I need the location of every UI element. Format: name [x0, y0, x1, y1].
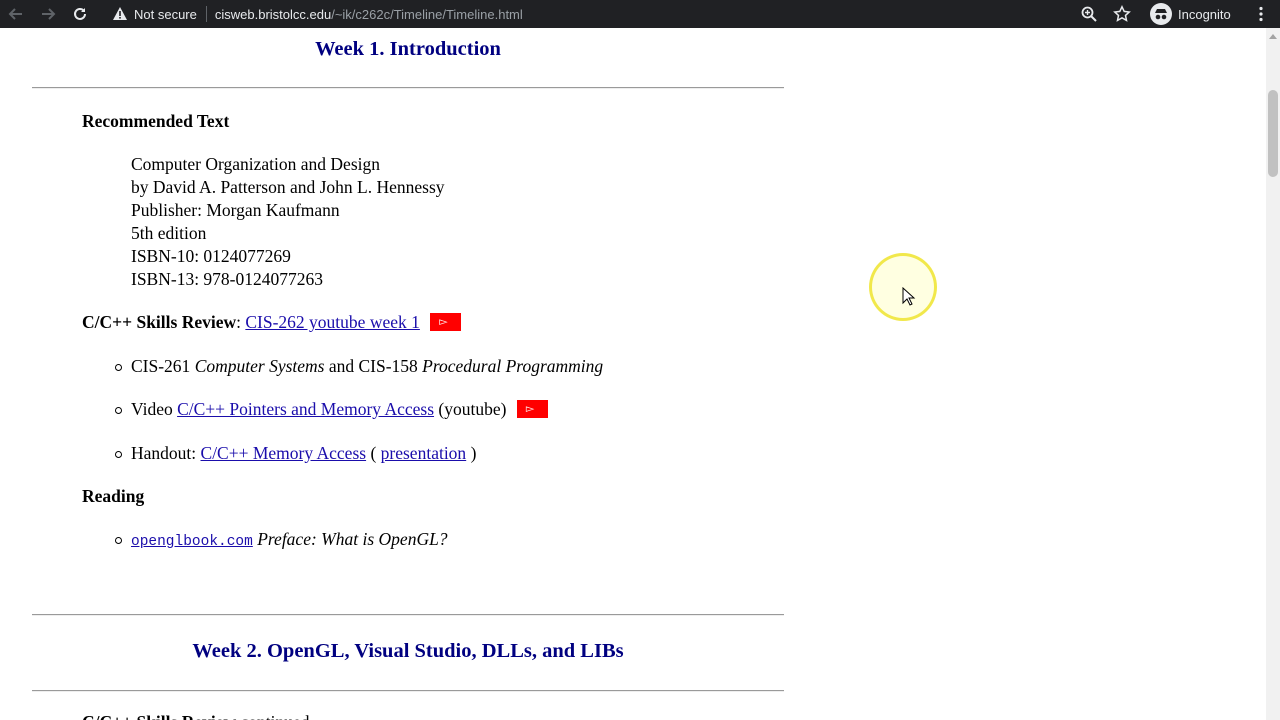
page-content: Week 1. Introduction Recommended Text Co…	[0, 28, 1266, 720]
url-divider	[205, 6, 207, 22]
url-host: cisweb.bristolcc.edu	[214, 6, 332, 22]
back-arrow-icon[interactable]	[6, 4, 26, 24]
vertical-scrollbar[interactable]	[1266, 28, 1280, 720]
mouse-cursor-icon	[902, 287, 916, 306]
reading-title: Preface: What is OpenGL?	[252, 529, 448, 549]
skills-review-colon: :	[236, 312, 241, 332]
browser-toolbar: Not secure cisweb.bristolcc.edu/~ik/c262…	[0, 0, 1280, 28]
week2-skills-review-heading: C/C++ Skills Review continued	[82, 712, 310, 720]
recommended-text-heading: Recommended Text	[82, 111, 230, 131]
incognito-icon	[1150, 3, 1172, 25]
divider	[32, 690, 784, 692]
book-isbn10: ISBN-10: 0124077269	[131, 246, 291, 266]
url-path: /~ik/c262c/Timeline/Timeline.html	[331, 6, 523, 22]
divider	[32, 614, 784, 616]
week2-title: Week 2. OpenGL, Visual Studio, DLLs, and…	[192, 640, 624, 662]
address-bar[interactable]: Not secure cisweb.bristolcc.edu/~ik/c262…	[102, 0, 1142, 28]
list-item: Handout: C/C++ Memory Access ( presentat…	[114, 443, 477, 463]
list-item: openglbook.com Preface: What is OpenGL?	[115, 529, 448, 550]
forward-arrow-icon[interactable]	[38, 4, 58, 24]
openglbook-link[interactable]: openglbook.com	[131, 534, 253, 550]
presentation-link[interactable]: presentation	[381, 443, 467, 463]
pointers-video-link[interactable]: C/C++ Pointers and Memory Access	[177, 399, 434, 419]
profile-label: Incognito	[1178, 6, 1231, 22]
incognito-profile[interactable]: Incognito	[1150, 3, 1231, 25]
list-item: Video C/C++ Pointers and Memory Access (…	[115, 399, 548, 420]
book-isbn13: ISBN-13: 978-0124077263	[131, 269, 324, 289]
zoom-icon[interactable]	[1080, 5, 1098, 23]
bookmark-star-icon[interactable]	[1113, 5, 1131, 23]
book-edition: 5th edition	[131, 223, 207, 243]
week1-title: Week 1. Introduction	[315, 38, 501, 60]
divider	[32, 87, 784, 89]
warning-icon[interactable]	[112, 6, 128, 22]
reading-heading: Reading	[82, 486, 145, 506]
youtube-play-icon[interactable]: ▻	[430, 313, 462, 331]
youtube-play-icon[interactable]: ▻	[516, 400, 548, 418]
security-label[interactable]: Not secure	[134, 7, 197, 22]
memory-access-handout-link[interactable]: C/C++ Memory Access	[201, 443, 367, 463]
skills-review-heading: C/C++ Skills Review: CIS-262 youtube wee…	[82, 312, 462, 333]
course-name: Procedural Programming	[422, 356, 604, 376]
reload-icon[interactable]	[70, 4, 90, 24]
menu-dots-icon[interactable]	[1252, 5, 1270, 23]
list-item: CIS-261 Computer Systems and CIS-158 Pro…	[114, 356, 604, 376]
course-name: Computer Systems	[194, 356, 325, 376]
book-title: Computer Organization and Design	[131, 154, 380, 174]
youtube-week1-link[interactable]: CIS-262 youtube week 1	[245, 312, 420, 332]
skills-review-label: C/C++ Skills Review	[82, 312, 237, 332]
scroll-up-arrow-icon[interactable]	[1269, 34, 1277, 39]
book-authors: by David A. Patterson and John L. Hennes…	[131, 177, 445, 197]
book-publisher: Publisher: Morgan Kaufmann	[131, 200, 340, 220]
scrollbar-thumb[interactable]	[1268, 90, 1278, 177]
